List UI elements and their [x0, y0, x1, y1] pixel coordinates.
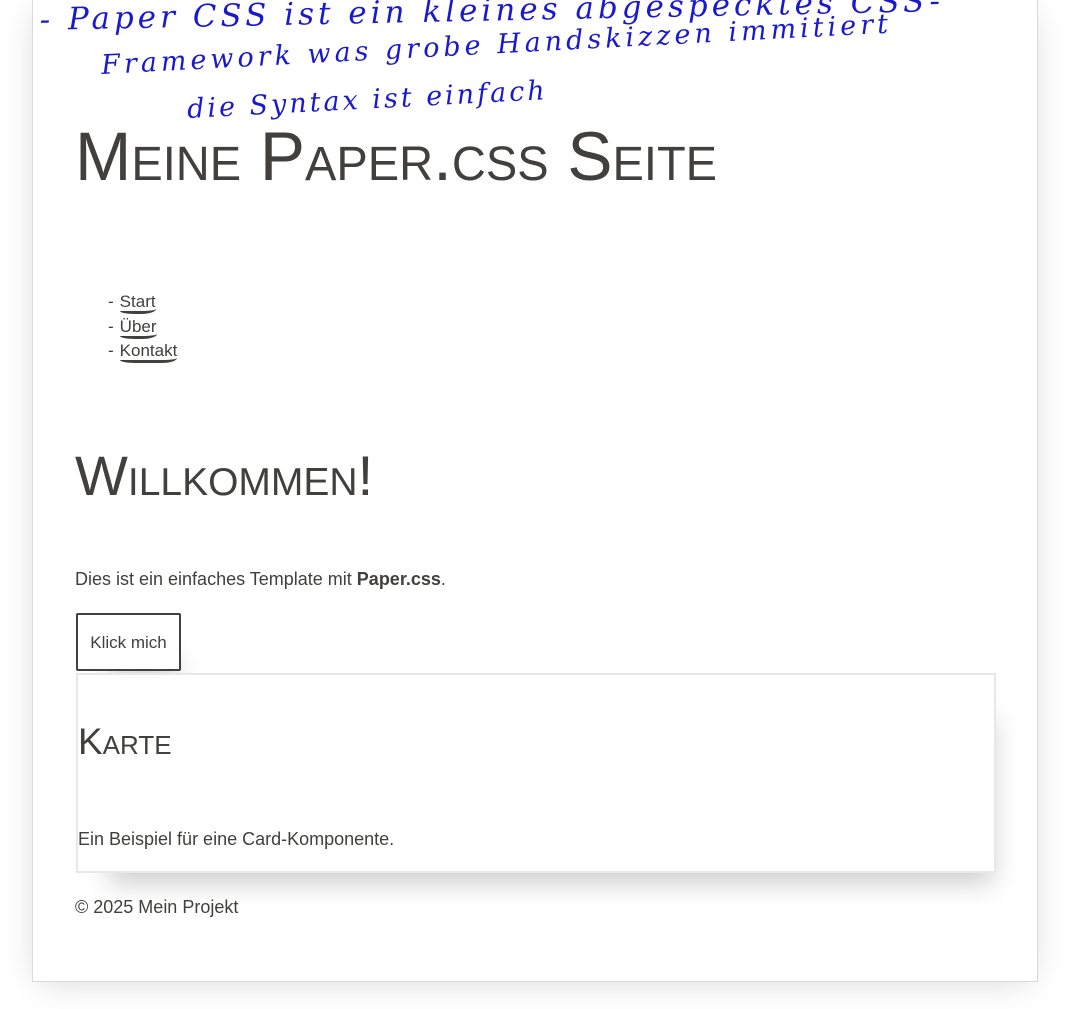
page-title: Meine Paper.css Seite: [75, 118, 718, 195]
nav-item-ueber: - Über: [108, 315, 177, 340]
intro-prefix: Dies ist ein einfaches Template mit: [75, 569, 357, 589]
card-text: Ein Beispiel für eine Card-Komponente.: [78, 829, 395, 849]
card: Karte Ein Beispiel für eine Card-Kompone…: [76, 673, 996, 873]
intro-suffix: .: [440, 569, 446, 589]
click-me-button[interactable]: Klick mich: [76, 613, 181, 671]
nav-link-ueber[interactable]: Über: [119, 317, 157, 339]
nav-item-start: - Start: [108, 290, 177, 315]
main-nav: - Start - Über - Kontakt: [108, 290, 178, 364]
nav-item-kontakt: - Kontakt: [108, 339, 178, 364]
card-title: Karte: [78, 721, 172, 762]
footer-text: © 2025 Mein Projekt: [75, 897, 239, 917]
nav-link-start[interactable]: Start: [119, 292, 156, 314]
nav-bullet: -: [108, 341, 114, 360]
welcome-heading: Willkommen!: [75, 444, 374, 507]
intro-text: Dies ist ein einfaches Template mit Pape…: [75, 567, 446, 591]
intro-bold: Paper.css: [356, 569, 441, 589]
nav-bullet: -: [108, 292, 114, 311]
nav-link-kontakt[interactable]: Kontakt: [119, 341, 178, 363]
nav-bullet: -: [108, 316, 114, 336]
